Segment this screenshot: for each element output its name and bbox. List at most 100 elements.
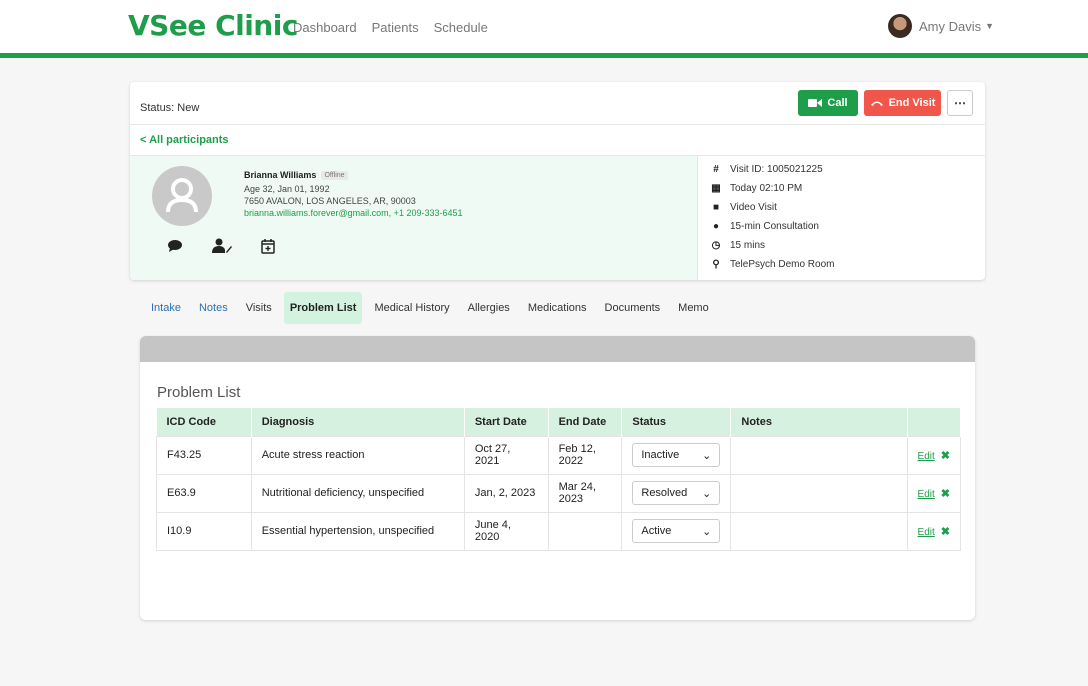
notes bbox=[730, 473, 908, 513]
table-row: E63.9 Nutritional deficiency, unspecifie… bbox=[156, 473, 962, 513]
patient-avatar bbox=[152, 166, 212, 226]
problem-list-title: Problem List bbox=[157, 384, 241, 401]
header-accent-bar bbox=[0, 53, 1088, 58]
calendar-add-icon[interactable] bbox=[258, 236, 278, 256]
chat-icon[interactable] bbox=[165, 236, 185, 256]
column-header: Status bbox=[621, 408, 732, 436]
notes bbox=[730, 435, 908, 475]
tab-memo[interactable]: Memo bbox=[672, 292, 715, 324]
visit-card: Status: New Call End Visit ⋯ < All parti… bbox=[130, 82, 985, 280]
status-value: Inactive bbox=[641, 449, 680, 461]
tab-documents[interactable]: Documents bbox=[599, 292, 667, 324]
hang-up-icon bbox=[870, 101, 883, 106]
edit-user-icon[interactable] bbox=[212, 236, 232, 256]
visit-id: Visit ID: 1005021225 bbox=[730, 164, 823, 175]
end-visit-button[interactable]: End Visit bbox=[864, 90, 941, 116]
start-date: June 4, 2020 bbox=[463, 511, 549, 551]
edit-link[interactable]: Edit bbox=[918, 451, 935, 462]
call-button[interactable]: Call bbox=[798, 90, 858, 116]
problem-list-panel: Problem List ICD Code Diagnosis Start Da… bbox=[140, 336, 975, 620]
chevron-down-icon: ⌄ bbox=[702, 525, 712, 538]
status-cell: Active ⌄ bbox=[621, 511, 732, 551]
end-date bbox=[547, 511, 623, 551]
icd-code: E63.9 bbox=[156, 473, 252, 513]
tab-allergies[interactable]: Allergies bbox=[462, 292, 516, 324]
nav-schedule[interactable]: Schedule bbox=[434, 20, 488, 35]
visit-type-row: ■ Video Visit bbox=[710, 202, 777, 213]
start-date: Jan, 2, 2023 bbox=[463, 473, 549, 513]
tab-problem-list[interactable]: Problem List bbox=[283, 292, 363, 324]
diagnosis: Essential hypertension, unspecified bbox=[250, 511, 465, 551]
edit-link[interactable]: Edit bbox=[918, 527, 935, 538]
more-options-button[interactable]: ⋯ bbox=[947, 90, 973, 116]
end-date: Feb 12, 2022 bbox=[547, 435, 623, 475]
visit-duration: 15 mins bbox=[730, 240, 766, 251]
top-header: VSee Clinic Dashboard Patients Schedule … bbox=[0, 0, 1088, 53]
record-tabs: Intake Notes Visits Problem List Medical… bbox=[145, 292, 721, 324]
icd-code: I10.9 bbox=[156, 511, 252, 551]
delete-icon[interactable]: ✖ bbox=[941, 526, 950, 538]
column-header: Notes bbox=[730, 408, 908, 436]
row-actions: Edit ✖ bbox=[906, 511, 962, 551]
problem-list-table: ICD Code Diagnosis Start Date End Date S… bbox=[156, 408, 962, 551]
row-actions: Edit ✖ bbox=[906, 435, 962, 475]
status-cell: Resolved ⌄ bbox=[621, 473, 732, 513]
location-pin-icon: ⚲ bbox=[712, 259, 720, 270]
patient-name: Brianna Williams bbox=[244, 170, 317, 180]
visit-status-row: Status: New Call End Visit ⋯ bbox=[130, 82, 985, 125]
status-select[interactable]: Inactive ⌄ bbox=[632, 443, 721, 467]
delete-icon[interactable]: ✖ bbox=[941, 488, 950, 500]
patient-name-row: Brianna Williams Offline bbox=[244, 170, 348, 180]
caret-down-icon: ▼ bbox=[985, 21, 995, 31]
visit-time-row: ▦ Today 02:10 PM bbox=[710, 183, 802, 194]
column-header: Diagnosis bbox=[251, 408, 465, 436]
chevron-down-icon: ⌄ bbox=[702, 449, 712, 462]
end-visit-label: End Visit bbox=[888, 97, 936, 109]
status-value: Resolved bbox=[641, 487, 688, 499]
tab-visits[interactable]: Visits bbox=[240, 292, 278, 324]
nav-patients[interactable]: Patients bbox=[372, 20, 419, 35]
visit-id-row: # Visit ID: 1005021225 bbox=[710, 164, 823, 175]
visit-reason: 15-min Consultation bbox=[730, 221, 819, 232]
table-row: F43.25 Acute stress reaction Oct 27, 202… bbox=[156, 435, 962, 475]
tab-notes[interactable]: Notes bbox=[193, 292, 234, 324]
diagnosis: Acute stress reaction bbox=[250, 435, 465, 475]
patient-summary: Brianna Williams Offline Age 32, Jan 01, … bbox=[130, 156, 697, 280]
tab-medications[interactable]: Medications bbox=[522, 292, 593, 324]
presence-badge: Offline bbox=[321, 171, 348, 180]
status-select[interactable]: Active ⌄ bbox=[632, 519, 721, 543]
hash-icon: # bbox=[713, 164, 719, 175]
column-header: Start Date bbox=[464, 408, 549, 436]
app-logo[interactable]: VSee Clinic bbox=[128, 9, 298, 42]
video-icon: ■ bbox=[712, 202, 720, 213]
diagnosis: Nutritional deficiency, unspecified bbox=[250, 473, 465, 513]
delete-icon[interactable]: ✖ bbox=[941, 450, 950, 462]
status-value: Active bbox=[641, 525, 672, 537]
user-placeholder-icon bbox=[166, 178, 198, 213]
nav-dashboard[interactable]: Dashboard bbox=[293, 20, 357, 35]
video-camera-icon bbox=[808, 99, 823, 107]
status-select[interactable]: Resolved ⌄ bbox=[632, 481, 721, 505]
table-row: I10.9 Essential hypertension, unspecifie… bbox=[156, 511, 962, 551]
avatar bbox=[888, 14, 912, 38]
visit-room-row: ⚲ TelePsych Demo Room bbox=[710, 259, 834, 270]
patient-address: 7650 AVALON, LOS ANGELES, AR, 90003 bbox=[244, 196, 416, 206]
notes bbox=[730, 511, 908, 551]
visit-duration-row: ◷ 15 mins bbox=[710, 240, 765, 251]
visit-type: Video Visit bbox=[730, 202, 777, 213]
main-nav: Dashboard Patients Schedule bbox=[293, 20, 503, 35]
tab-medical-history[interactable]: Medical History bbox=[368, 292, 455, 324]
row-actions: Edit ✖ bbox=[906, 473, 962, 513]
visit-reason-row: ● 15-min Consultation bbox=[710, 221, 819, 232]
patient-contact[interactable]: brianna.williams.forever@gmail.com, +1 2… bbox=[244, 208, 463, 218]
all-participants-link[interactable]: < All participants bbox=[140, 134, 229, 146]
chevron-down-icon: ⌄ bbox=[702, 487, 712, 500]
patient-age-dob: Age 32, Jan 01, 1992 bbox=[244, 184, 330, 194]
user-menu[interactable]: Amy Davis ▼ bbox=[888, 14, 994, 38]
status-cell: Inactive ⌄ bbox=[621, 435, 732, 475]
edit-link[interactable]: Edit bbox=[918, 489, 935, 500]
actions-header bbox=[907, 408, 962, 436]
visit-status: Status: New bbox=[140, 102, 200, 114]
panel-header-bar bbox=[140, 336, 975, 362]
tab-intake[interactable]: Intake bbox=[145, 292, 187, 324]
